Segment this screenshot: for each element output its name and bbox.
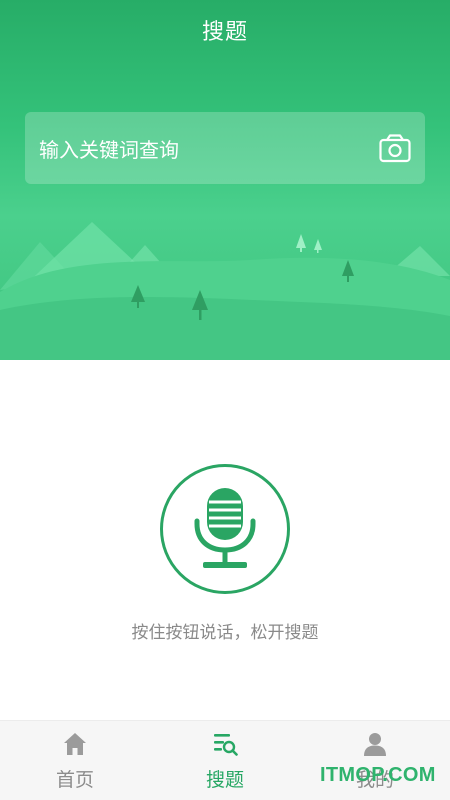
bottom-tab-bar: 首页 搜题 我的 [0,720,450,800]
user-icon [364,733,386,756]
voice-search-area: 按住按钮说话，松开搜题 [0,360,450,720]
search-list-icon [214,734,238,756]
tab-search[interactable]: 搜题 [150,721,300,800]
search-placeholder: 输入关键词查询 [39,137,179,162]
search-input[interactable]: 输入关键词查询 [25,112,425,184]
microphone-icon [194,488,256,568]
landscape-illustration [0,222,450,360]
camera-icon[interactable] [379,133,411,163]
voice-search-button[interactable] [160,464,290,594]
tab-mine[interactable]: 我的 [300,721,450,800]
voice-hint: 按住按钮说话，松开搜题 [131,623,319,643]
watermark: ITMOP.COM [320,764,436,786]
hero-header: 搜题 输入关键词查询 [0,0,450,360]
tab-home[interactable]: 首页 [0,721,150,800]
tab-search-label: 搜题 [205,769,244,791]
home-icon [64,733,86,755]
page-title: 搜题 [201,20,248,45]
tab-home-label: 首页 [55,769,94,791]
